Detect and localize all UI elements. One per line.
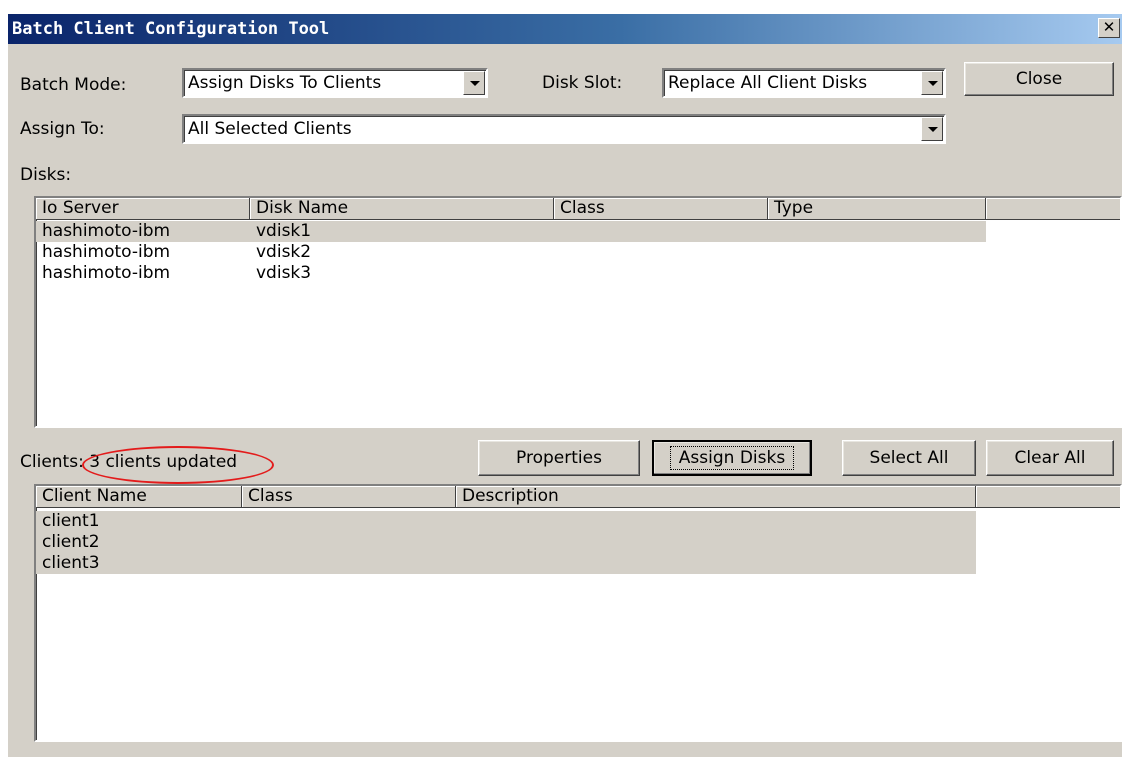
client-name-cell: client1	[42, 511, 100, 531]
column-filler	[976, 486, 1120, 508]
column-class[interactable]: Class	[554, 198, 768, 220]
clients-status: 3 clients updated	[89, 452, 238, 472]
client-name-cell: client2	[42, 532, 100, 552]
io-server-cell: hashimoto-ibm	[42, 242, 171, 262]
close-window-icon[interactable]: ✕	[1098, 18, 1120, 38]
assign-disks-button[interactable]: Assign Disks	[652, 440, 812, 476]
table-row[interactable]: client2	[36, 532, 976, 553]
disk-name-cell: vdisk2	[256, 242, 312, 262]
clear-all-button[interactable]: Clear All	[986, 440, 1114, 476]
column-io-server[interactable]: Io Server	[36, 198, 250, 220]
disks-list[interactable]: Io Server Disk Name Class Type hashimoto…	[34, 196, 1122, 428]
clients-label-wrap: Clients: 3 clients updated	[20, 451, 237, 473]
assign-to-value: All Selected Clients	[188, 119, 352, 139]
client-name-cell: client3	[42, 553, 100, 573]
disk-slot-label: Disk Slot:	[542, 73, 623, 93]
io-server-cell: hashimoto-ibm	[42, 263, 171, 283]
batch-mode-label: Batch Mode:	[20, 75, 127, 95]
table-row[interactable]: hashimoto-ibm vdisk3	[36, 263, 986, 284]
column-type[interactable]: Type	[768, 198, 986, 220]
title-bar: Batch Client Configuration Tool ✕	[8, 14, 1122, 44]
disks-label: Disks:	[20, 165, 72, 185]
chevron-down-icon[interactable]	[921, 117, 943, 141]
table-row[interactable]: client3	[36, 553, 976, 574]
table-row[interactable]: hashimoto-ibm vdisk1	[36, 221, 986, 242]
io-server-cell: hashimoto-ibm	[42, 221, 171, 241]
properties-button[interactable]: Properties	[478, 440, 640, 476]
disk-slot-select[interactable]: Replace All Client Disks	[662, 68, 946, 98]
disk-name-cell: vdisk1	[256, 221, 312, 241]
clients-list[interactable]: Client Name Class Description client1 cl…	[34, 484, 1122, 742]
batch-mode-select[interactable]: Assign Disks To Clients	[182, 68, 488, 98]
column-class[interactable]: Class	[242, 486, 456, 508]
disk-name-cell: vdisk3	[256, 263, 312, 283]
assign-to-label: Assign To:	[20, 119, 105, 139]
table-row[interactable]: hashimoto-ibm vdisk2	[36, 242, 986, 263]
select-all-button[interactable]: Select All	[842, 440, 976, 476]
batch-client-config-window: Batch Client Configuration Tool ✕ Batch …	[8, 14, 1122, 757]
column-client-name[interactable]: Client Name	[36, 486, 242, 508]
chevron-down-icon[interactable]	[463, 71, 485, 95]
assign-disks-label: Assign Disks	[669, 446, 795, 470]
column-disk-name[interactable]: Disk Name	[250, 198, 554, 220]
column-filler	[986, 198, 1120, 220]
disk-slot-value: Replace All Client Disks	[668, 73, 868, 93]
chevron-down-icon[interactable]	[921, 71, 943, 95]
table-row[interactable]: client1	[36, 511, 976, 532]
window-title: Batch Client Configuration Tool	[12, 19, 330, 39]
clients-label: Clients:	[20, 452, 84, 472]
assign-to-select[interactable]: All Selected Clients	[182, 114, 946, 144]
batch-mode-value: Assign Disks To Clients	[188, 73, 382, 93]
close-button[interactable]: Close	[964, 62, 1114, 96]
column-description[interactable]: Description	[456, 486, 976, 508]
